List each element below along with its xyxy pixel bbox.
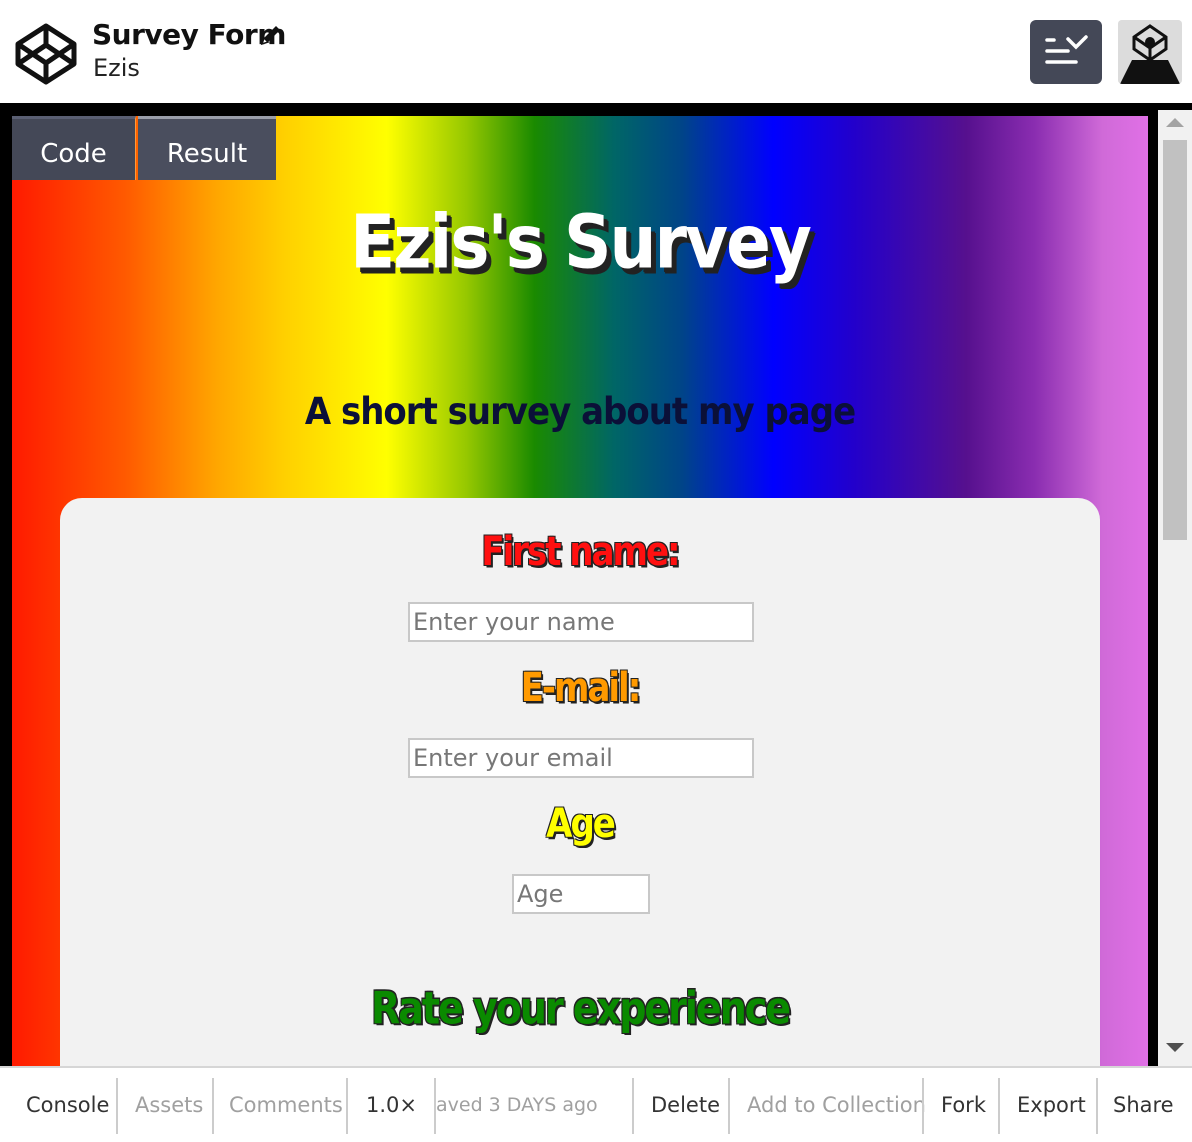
scroll-up-arrow-icon[interactable]	[1166, 118, 1184, 127]
result-preview: Ezis's Survey A short survey about my pa…	[12, 116, 1148, 1066]
pen-author[interactable]: Ezis	[93, 54, 140, 82]
pencil-edit-icon[interactable]	[258, 22, 284, 48]
saved-status: aved 3 DAYS ago	[436, 1094, 598, 1116]
app-header: Survey Form Ezis	[0, 0, 1192, 103]
zoom-button[interactable]: 1.0×	[366, 1068, 417, 1142]
pen-title[interactable]: Survey Form	[92, 18, 286, 51]
scroll-down-arrow-icon[interactable]	[1166, 1043, 1184, 1052]
survey-form: First name: E-mail: Age Rate your experi…	[60, 498, 1100, 1066]
divider	[212, 1078, 214, 1134]
name-input[interactable]	[408, 602, 754, 642]
divider	[346, 1078, 348, 1134]
divider	[922, 1078, 924, 1134]
avatar-icon	[1118, 20, 1182, 84]
divider	[632, 1078, 634, 1134]
user-avatar[interactable]	[1118, 20, 1182, 84]
delete-button[interactable]: Delete	[651, 1068, 720, 1142]
scrollbar-thumb[interactable]	[1163, 140, 1187, 540]
layout-menu-icon	[1045, 35, 1088, 64]
change-view-button[interactable]	[1030, 20, 1102, 84]
first-name-label: First name:	[481, 528, 680, 576]
tab-result[interactable]: Result	[138, 116, 276, 180]
assets-button[interactable]: Assets	[135, 1068, 203, 1142]
console-button[interactable]: Console	[26, 1068, 109, 1142]
email-label: E-mail:	[520, 664, 642, 712]
codepen-logo-icon[interactable]	[14, 22, 78, 86]
fork-button[interactable]: Fork	[941, 1068, 986, 1142]
tab-code[interactable]: Code	[12, 116, 136, 180]
survey-description: A short survey about my page	[304, 390, 856, 434]
divider	[998, 1078, 1000, 1134]
divider	[116, 1078, 118, 1134]
comments-button[interactable]: Comments	[229, 1068, 343, 1142]
divider	[728, 1078, 730, 1134]
email-input[interactable]	[408, 738, 754, 778]
add-to-collection-button[interactable]: Add to Collection	[747, 1068, 926, 1142]
age-label: Age	[546, 800, 616, 848]
survey-title: Ezis's Survey	[350, 199, 812, 286]
bottom-toolbar: Console Assets Comments 1.0× aved 3 DAYS…	[0, 1066, 1192, 1142]
divider	[1096, 1078, 1098, 1134]
rate-experience-label: Rate your experience	[370, 982, 791, 1034]
export-button[interactable]: Export	[1017, 1068, 1086, 1142]
share-button[interactable]: Share	[1113, 1068, 1174, 1142]
age-input[interactable]	[512, 874, 650, 914]
